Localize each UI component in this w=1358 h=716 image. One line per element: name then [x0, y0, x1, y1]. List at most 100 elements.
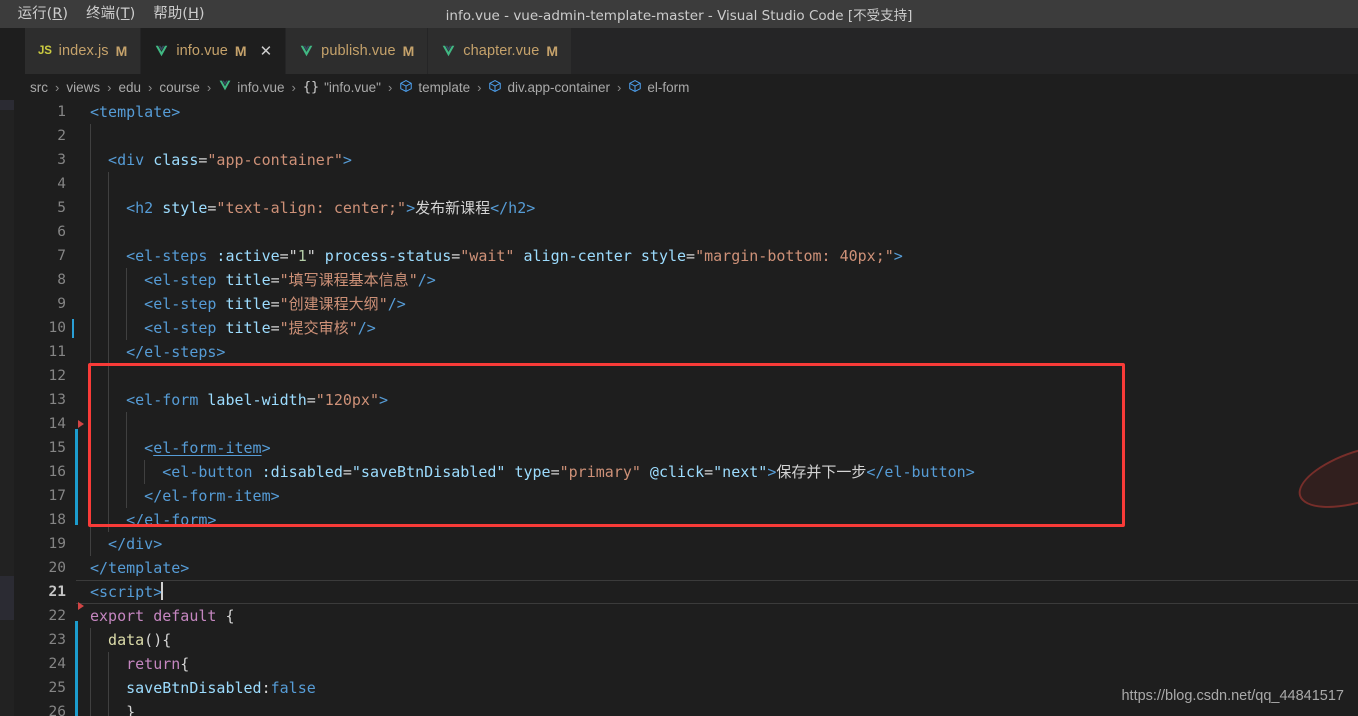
code-token: "primary": [559, 463, 641, 481]
menu-bar: ) 运行(R) 终端(T) 帮助(H): [0, 0, 214, 28]
tab-info-vue[interactable]: info.vue M ✕: [141, 28, 287, 74]
indent-guide: [108, 412, 110, 436]
tab-modified-badge: M: [546, 43, 559, 59]
indent-guide: [90, 388, 91, 412]
code-token: </el-form>: [126, 511, 217, 529]
code-token: process-status: [324, 247, 452, 265]
code-token: 发布新课程: [415, 199, 491, 217]
breadcrumb-item-views[interactable]: views: [66, 80, 100, 95]
code-line[interactable]: 24 return{: [0, 652, 1358, 676]
code-lines[interactable]: 1 <template> 2 3 <div class="app-container">…: [0, 100, 1358, 716]
code-line[interactable]: 8 <el-step title="填写课程基本信息"/>: [0, 268, 1358, 292]
menu-item-run[interactable]: 运行(R): [9, 0, 77, 28]
line-number: 17: [48, 488, 66, 504]
code-token: <div: [108, 151, 154, 169]
code-token: 填写课程基本信息: [288, 271, 409, 289]
fold-marker-icon[interactable]: [78, 602, 84, 610]
code-text: }: [126, 700, 135, 716]
code-line[interactable]: 16 <el-button :disabled="saveBtnDisabled"…: [0, 460, 1358, 484]
line-number: 3: [57, 152, 66, 168]
line-number: 13: [48, 392, 66, 408]
code-token: "wait": [460, 247, 515, 265]
code-line[interactable]: 20 </template>: [0, 556, 1358, 580]
indent-guide: [126, 268, 128, 292]
code-line[interactable]: 18 </el-form>: [0, 508, 1358, 532]
close-icon[interactable]: ✕: [260, 44, 273, 59]
code-line[interactable]: 22 export default {: [0, 604, 1358, 628]
menu-item-clipped[interactable]: ): [0, 0, 9, 28]
menu-item-help-close: ): [198, 6, 205, 22]
code-token: <: [144, 439, 154, 457]
code-text: return{: [126, 652, 189, 676]
indent-guide: [90, 172, 91, 196]
code-text: </div>: [108, 532, 162, 556]
code-line[interactable]: 19 </div>: [0, 532, 1358, 556]
vue-icon: [441, 44, 456, 58]
tab-chapter-vue[interactable]: chapter.vue M: [428, 28, 573, 74]
code-token: saveBtnDisabled: [126, 679, 262, 697]
menu-item-help[interactable]: 帮助(H): [144, 0, 213, 28]
menu-item-help-text: 帮助(: [153, 6, 188, 22]
cube-icon: [399, 79, 413, 96]
tab-label: index.js: [58, 43, 109, 59]
breadcrumb-item-course[interactable]: course: [159, 80, 200, 95]
code-token: return: [126, 655, 181, 673]
line-number: 16: [48, 464, 66, 480]
code-token: =: [550, 463, 560, 481]
code-token: >: [261, 439, 271, 457]
code-text: <h2 style="text-align: center;">发布新课程</h…: [126, 196, 535, 220]
breadcrumb-item-info-vue[interactable]: {} "info.vue": [303, 79, 381, 95]
breadcrumb-item-div-app-container[interactable]: div.app-container: [488, 79, 610, 96]
menu-item-run-close: ): [62, 6, 69, 22]
code-line[interactable]: 3 <div class="app-container">: [0, 148, 1358, 172]
tab-publish-vue[interactable]: publish.vue M: [286, 28, 429, 74]
code-line[interactable]: 1 <template>: [0, 100, 1358, 124]
code-line[interactable]: 14: [0, 412, 1358, 436]
breadcrumb-item-info-vue[interactable]: info.vue: [218, 79, 285, 95]
code-token: 保存并下一步: [776, 463, 867, 481]
breadcrumb-label: src: [30, 79, 48, 95]
code-token: =: [306, 391, 316, 409]
code-token: ": [279, 295, 289, 313]
code-editor[interactable]: 1 <template> 2 3 <div class="app-container">…: [0, 100, 1358, 716]
line-number: 15: [48, 440, 66, 456]
indent-guide: [108, 244, 110, 268]
code-line[interactable]: 6: [0, 220, 1358, 244]
breadcrumb-item-edu[interactable]: edu: [118, 80, 141, 95]
tab-bar-left-gutter: [0, 28, 25, 74]
fold-marker-icon[interactable]: [78, 420, 84, 428]
code-line[interactable]: 23 data(){: [0, 628, 1358, 652]
code-text: </el-steps>: [126, 340, 225, 364]
code-line[interactable]: 9 <el-step title="创建课程大纲"/>: [0, 292, 1358, 316]
code-text: <el-steps :active="1" process-status="wa…: [126, 244, 903, 268]
code-line[interactable]: 2: [0, 124, 1358, 148]
code-line[interactable]: 17 </el-form-item>: [0, 484, 1358, 508]
code-token: </div>: [108, 535, 163, 553]
code-text: </template>: [90, 556, 189, 580]
breadcrumb-item-el-form[interactable]: el-form: [628, 79, 689, 96]
code-token: <h2: [126, 199, 163, 217]
line-number: 4: [57, 176, 66, 192]
indent-guide: [90, 460, 91, 484]
code-token: {: [180, 655, 190, 673]
code-line[interactable]: 5 <h2 style="text-align: center;">发布新课程</…: [0, 196, 1358, 220]
breadcrumb-label: el-form: [647, 79, 690, 95]
breadcrumb-item-template[interactable]: template: [399, 79, 470, 96]
code-line[interactable]: 7 <el-steps :active="1" process-status="w…: [0, 244, 1358, 268]
code-line[interactable]: 13 <el-form label-width="120px">: [0, 388, 1358, 412]
code-line[interactable]: 10 <el-step title="提交审核"/>: [0, 316, 1358, 340]
line-number: 7: [57, 248, 66, 264]
code-line[interactable]: 21 <script>: [0, 580, 1358, 604]
indent-guide: [90, 364, 91, 388]
code-line[interactable]: 4: [0, 172, 1358, 196]
code-line[interactable]: 11 </el-steps>: [0, 340, 1358, 364]
tab-modified-badge: M: [402, 43, 415, 59]
breadcrumb-item-src[interactable]: src: [30, 80, 48, 95]
menu-item-terminal-text: 终端(: [86, 6, 121, 22]
code-line[interactable]: 15 <el-form-item>: [0, 436, 1358, 460]
menu-item-terminal[interactable]: 终端(T): [77, 0, 144, 28]
code-token: "app-container": [207, 151, 343, 169]
indent-guide: [126, 412, 128, 436]
code-line[interactable]: 12: [0, 364, 1358, 388]
tab-index-js[interactable]: JS index.js M: [25, 28, 142, 74]
